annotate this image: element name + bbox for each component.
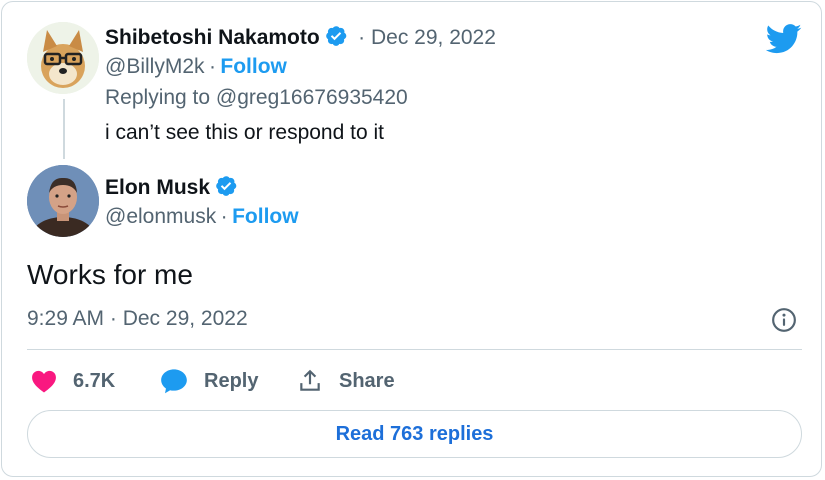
avatar-elonmusk[interactable] (27, 165, 99, 237)
reply-bubble-icon (161, 369, 187, 394)
avatar-shibetoshi[interactable] (27, 22, 99, 94)
verified-badge-icon (325, 26, 347, 46)
reply-follow-button[interactable]: Follow (220, 55, 287, 78)
main-tweet-header: Elon Musk (105, 174, 238, 200)
read-replies-button[interactable]: Read 763 replies (27, 410, 802, 458)
heart-icon (32, 370, 56, 393)
main-follow-button[interactable]: Follow (232, 205, 299, 228)
reply-date[interactable]: · Dec 29, 2022 (358, 26, 496, 49)
verified-badge-icon (216, 176, 237, 196)
reply-tweet-text: i can’t see this or respond to it (105, 121, 384, 144)
main-author-handle[interactable]: @elonmusk (105, 205, 216, 228)
main-tweet-text: Works for me (27, 259, 193, 290)
elon-avatar-image (27, 165, 99, 237)
like-button[interactable]: 6.7K (31, 364, 115, 398)
follow-separator: · (208, 55, 216, 78)
reply-author-handle[interactable]: @BillyM2k (105, 55, 205, 78)
reply-label: Reply (204, 369, 259, 392)
share-button[interactable]: Share (297, 364, 395, 398)
main-author-name[interactable]: Elon Musk (105, 176, 210, 199)
thread-connector-line (63, 99, 65, 159)
tweet-embed-card: Shibetoshi Nakamoto · Dec 29, 2022 @Bill… (1, 1, 822, 477)
share-icon (300, 369, 320, 391)
like-count: 6.7K (73, 369, 116, 392)
twitter-bird-icon[interactable] (766, 24, 802, 54)
reply-tweet-header: Shibetoshi Nakamoto · Dec 29, 2022 (105, 24, 496, 50)
reply-button[interactable]: Reply (160, 364, 258, 398)
share-label: Share (339, 369, 395, 392)
replying-to-label: Replying to @greg16676935420 (105, 86, 408, 109)
info-icon[interactable] (771, 307, 797, 333)
follow-separator: · (220, 205, 228, 228)
reply-author-name[interactable]: Shibetoshi Nakamoto (105, 26, 320, 49)
reply-handle-row: @BillyM2k · Follow (105, 55, 287, 79)
main-handle-row: @elonmusk · Follow (105, 205, 299, 229)
shiba-avatar-image (27, 22, 99, 94)
tweet-timestamp[interactable]: 9:29 AM · Dec 29, 2022 (27, 307, 248, 331)
divider (27, 349, 802, 350)
